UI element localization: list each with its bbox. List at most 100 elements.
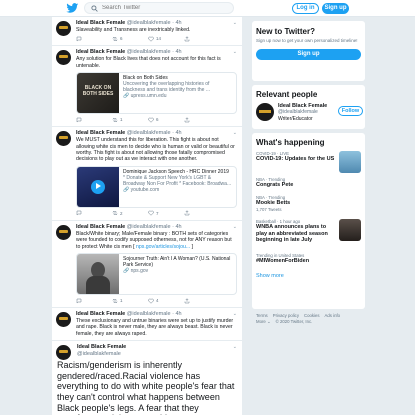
retweet-count: 2 [120,210,123,216]
share-button[interactable] [184,35,220,42]
link-icon: 🔗 [123,186,130,193]
trend-count: 1,707 Tweets [256,206,282,212]
tweet-text-end: ] [191,243,194,250]
footer-link-cookies[interactable]: Cookies [304,313,320,318]
tweet-time[interactable]: · 4h [172,130,181,136]
author-name[interactable]: Ideal Black Female [76,311,125,317]
like-button[interactable]: 4 [148,297,184,304]
avatar[interactable] [56,50,71,66]
tweet[interactable]: Ideal Black Female @idealblakfemale · 4h… [52,308,242,342]
author-handle[interactable]: @idealblakfemale [127,20,171,26]
trend-name: #MIWomenForBiden [256,258,310,264]
share-button[interactable] [184,116,220,123]
retweet-button[interactable]: 6 [112,35,148,42]
retweet-button[interactable]: 1 [112,297,148,304]
panel-title: New to Twitter? [256,27,315,36]
twitter-bird-icon[interactable] [66,2,79,14]
follow-button[interactable]: Follow [338,106,363,116]
tweet[interactable]: Ideal Black Female @idealblakfemale · 4h… [52,46,242,128]
retweet-icon [112,37,118,41]
tweet[interactable]: Ideal Black Female @idealblakfemale · 4h… [52,17,242,47]
reply-button[interactable] [76,116,112,123]
retweet-icon [112,211,118,216]
signup-button[interactable]: Sign up [322,3,349,14]
show-more-link[interactable]: Show more [256,273,361,279]
avatar[interactable] [56,224,71,240]
author-handle[interactable]: @idealblakfemale [77,351,121,357]
author-handle[interactable]: @idealblakfemale [127,311,171,317]
retweet-count: 1 [120,117,123,123]
tweet-link[interactable]: nps.gov/articles/sojou... [136,244,190,250]
author-name[interactable]: Ideal Black Female [76,130,125,136]
tweet-actions: 2 7 [76,210,237,217]
footer-link-privacy[interactable]: Privacy policy [273,313,299,318]
trend-item[interactable]: NBA · Trending Congrats Pete [256,177,361,191]
retweet-count: 6 [120,36,123,42]
reply-button[interactable] [76,297,112,304]
link-card[interactable]: BLACK ON BOTH SIDES Black on Both Sides … [76,72,237,115]
search-box[interactable] [84,2,234,14]
author-name[interactable]: Ideal Black Female [76,224,125,230]
tweet-actions: 1 6 [76,116,237,123]
chevron-down-icon[interactable]: ⌄ [233,344,237,350]
author-handle[interactable]: @idealblakfemale [127,49,171,55]
footer-link-terms[interactable]: Terms [256,313,268,318]
right-sidebar: New to Twitter? Sign up now to get your … [252,17,365,325]
chevron-down-icon[interactable]: ⌄ [233,49,237,55]
relevant-person[interactable]: Ideal Black Female @idealblakfemale Writ… [256,103,363,125]
link-card[interactable]: Sojourner Truth: Ain't I A Woman? (U.S. … [76,253,237,296]
retweet-button[interactable]: 1 [112,116,148,123]
author-name[interactable]: Ideal Black Female [76,20,125,26]
card-body: Dominique Jackson Speech - HRC Dinner 20… [119,167,236,207]
tweet-text: Black/White binary; Male/Female binary :… [76,231,237,250]
person-handle[interactable]: @idealblakfemale [278,109,318,115]
avatar[interactable] [56,131,71,147]
like-button[interactable]: 7 [148,210,184,217]
trend-name: WNBA announces plans to play an abbrevia… [256,224,328,243]
share-icon [184,297,190,303]
video-card[interactable]: Dominique Jackson Speech - HRC Dinner 20… [76,165,237,208]
tweet-time[interactable]: · 4h [172,20,181,26]
trend-item[interactable]: NBA · Trending Mookie Betts 1,707 Tweets [256,195,361,215]
book-cover-image: BLACK ON BOTH SIDES [77,73,119,114]
reply-button[interactable] [76,210,112,217]
avatar[interactable] [256,103,274,121]
chevron-down-icon[interactable]: ⌄ [233,20,237,26]
tweet-time[interactable]: · 4h [172,49,181,55]
tweet-time[interactable]: · 4h [172,224,181,230]
author-handle[interactable]: @idealblakfemale [127,224,171,230]
retweet-button[interactable]: 2 [112,210,148,217]
tweet-actions: 6 14 [76,35,237,42]
chevron-down-icon[interactable]: ⌄ [233,311,237,317]
card-title: Dominique Jackson Speech - HRC Dinner 20… [123,168,229,175]
whats-happening-panel: What's happening COVID-19 · LIVE COVID-1… [252,133,365,309]
share-button[interactable] [184,210,220,217]
tweet[interactable]: Ideal Black Female @idealblakfemale · 4h… [52,127,242,221]
author-name[interactable]: Ideal Black Female [77,344,126,350]
trend-name: Congrats Pete [256,182,294,188]
video-thumbnail[interactable] [77,166,119,207]
reply-button[interactable] [76,35,112,42]
chevron-down-icon[interactable]: ⌄ [233,130,237,136]
share-button[interactable] [184,297,220,304]
trend-item[interactable]: COVID-19 · LIVE COVID-19: Updates for th… [256,151,361,173]
play-icon[interactable] [91,179,105,194]
tweet[interactable]: Ideal Black Female @idealblakfemale · 4h… [52,221,242,309]
sidebar-signup-button[interactable]: Sign up [256,48,361,60]
author-name[interactable]: Ideal Black Female [76,49,125,55]
focused-tweet[interactable]: Ideal Black Female @idealblakfemale ⌄ Ra… [52,341,242,415]
avatar[interactable] [56,312,71,328]
like-button[interactable]: 14 [148,35,184,42]
avatar[interactable] [56,21,71,36]
trend-item[interactable]: Trending in United States #MIWomenForBid… [256,253,361,267]
footer-more-link[interactable]: More ⌄ [256,319,271,324]
chevron-down-icon[interactable]: ⌄ [233,224,237,230]
trend-item[interactable]: Basketball · 1 hour ago WNBA announces p… [256,219,361,249]
tweet-time[interactable]: · 4h [172,311,181,317]
footer-link-ads[interactable]: Ads info [325,313,341,318]
search-input[interactable] [102,3,230,13]
card-url-text: nps.gov [130,268,149,275]
login-button[interactable]: Log in [292,3,319,14]
author-handle[interactable]: @idealblakfemale [127,130,171,136]
like-button[interactable]: 6 [148,116,184,123]
